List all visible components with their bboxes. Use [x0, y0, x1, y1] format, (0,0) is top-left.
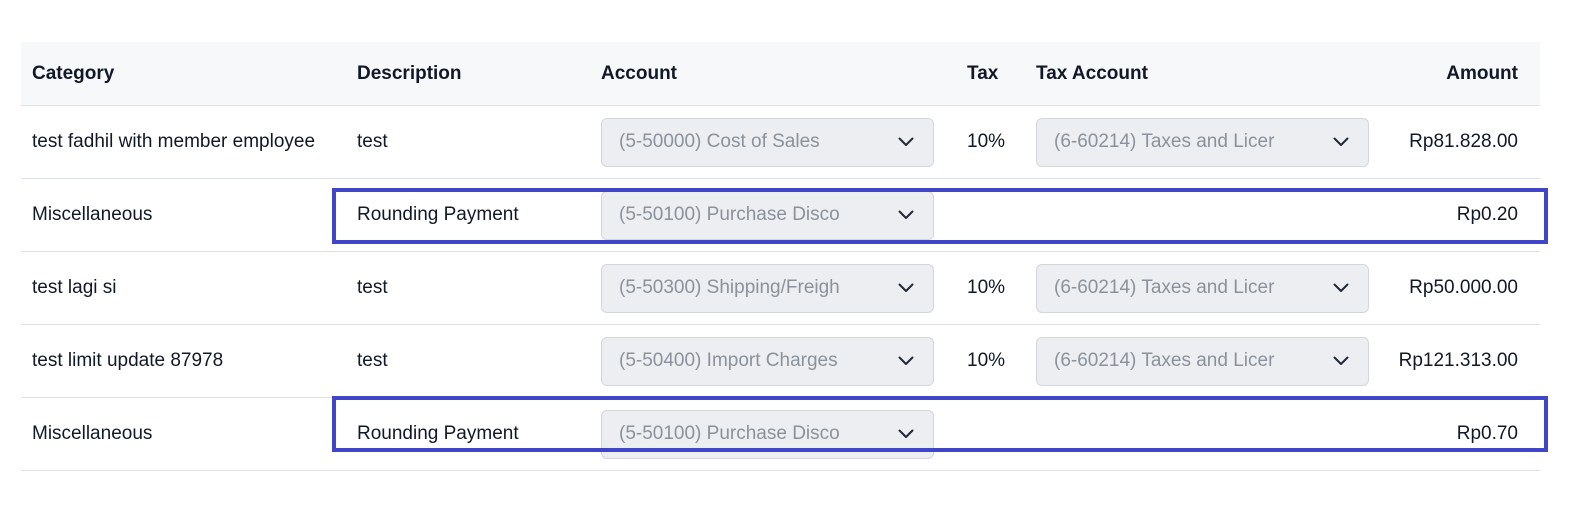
tax-account-select[interactable]: (6-60214) Taxes and Licer — [1036, 336, 1369, 386]
tax-cell: 10% — [967, 277, 1006, 298]
chevron-down-icon — [898, 429, 914, 438]
description-cell: test — [357, 350, 388, 371]
tax-cell: 10% — [967, 131, 1006, 152]
column-header-tax-account: Tax Account — [1036, 62, 1148, 84]
account-select[interactable]: (5-50000) Cost of Sales — [601, 117, 934, 167]
tax-cell: 10% — [967, 350, 1006, 371]
column-header-category: Category — [32, 62, 115, 84]
chevron-down-icon — [898, 210, 914, 219]
account-select[interactable]: (5-50300) Shipping/Freigh — [601, 263, 934, 313]
tax-account-select-value: (6-60214) Taxes and Licer — [1054, 350, 1275, 371]
chevron-down-icon — [898, 137, 914, 146]
amount-cell: Rp0.20 — [1456, 204, 1518, 225]
account-select[interactable]: (5-50100) Purchase Disco — [601, 409, 934, 459]
amount-cell: Rp121.313.00 — [1398, 350, 1518, 371]
transactions-table: Category Description Account Tax Tax Acc… — [21, 42, 1540, 471]
account-cell: (5-50400) Import Charges — [601, 325, 934, 397]
account-select[interactable]: (5-50400) Import Charges — [601, 336, 934, 386]
chevron-down-icon — [1333, 283, 1349, 292]
table-row: test limit update 87978 test (5-50400) I… — [21, 325, 1540, 398]
column-header-description: Description — [357, 62, 462, 84]
tax-account-select-value: (6-60214) Taxes and Licer — [1054, 277, 1275, 298]
description-cell: Rounding Payment — [357, 204, 519, 225]
account-cell: (5-50100) Purchase Disco — [601, 398, 934, 470]
tax-account-cell: (6-60214) Taxes and Licer — [1036, 252, 1369, 324]
chevron-down-icon — [898, 283, 914, 292]
table-header-row: Category Description Account Tax Tax Acc… — [21, 42, 1540, 106]
account-select[interactable]: (5-50100) Purchase Disco — [601, 190, 934, 240]
tax-account-cell: (6-60214) Taxes and Licer — [1036, 106, 1369, 178]
description-cell: test — [357, 131, 388, 152]
account-cell: (5-50100) Purchase Disco — [601, 179, 934, 251]
table-row: Miscellaneous Rounding Payment (5-50100)… — [21, 398, 1540, 471]
tax-account-select[interactable]: (6-60214) Taxes and Licer — [1036, 117, 1369, 167]
table-row: test fadhil with member employee test (5… — [21, 106, 1540, 179]
account-select-value: (5-50300) Shipping/Freigh — [619, 277, 840, 298]
amount-cell: Rp81.828.00 — [1409, 131, 1518, 152]
chevron-down-icon — [898, 356, 914, 365]
chevron-down-icon — [1333, 137, 1349, 146]
account-cell: (5-50300) Shipping/Freigh — [601, 252, 934, 324]
tax-account-select-value: (6-60214) Taxes and Licer — [1054, 131, 1275, 152]
column-header-amount: Amount — [1446, 62, 1518, 84]
chevron-down-icon — [1333, 356, 1349, 365]
account-cell: (5-50000) Cost of Sales — [601, 106, 934, 178]
category-cell: Miscellaneous — [32, 204, 153, 225]
description-cell: test — [357, 277, 388, 298]
table-row: Miscellaneous Rounding Payment (5-50100)… — [21, 179, 1540, 252]
tax-account-cell: (6-60214) Taxes and Licer — [1036, 325, 1369, 397]
category-cell: Miscellaneous — [32, 423, 153, 444]
amount-cell: Rp0.70 — [1456, 423, 1518, 444]
description-cell: Rounding Payment — [357, 423, 519, 444]
category-cell: test lagi si — [32, 277, 117, 298]
account-select-value: (5-50100) Purchase Disco — [619, 423, 840, 444]
column-header-tax: Tax — [967, 62, 999, 84]
account-select-value: (5-50000) Cost of Sales — [619, 131, 820, 152]
table-row: test lagi si test (5-50300) Shipping/Fre… — [21, 252, 1540, 325]
account-select-value: (5-50400) Import Charges — [619, 350, 838, 371]
column-header-account: Account — [601, 62, 677, 84]
category-cell: test limit update 87978 — [32, 350, 224, 371]
tax-account-select[interactable]: (6-60214) Taxes and Licer — [1036, 263, 1369, 313]
category-cell: test fadhil with member employee — [32, 131, 316, 152]
account-select-value: (5-50100) Purchase Disco — [619, 204, 840, 225]
amount-cell: Rp50.000.00 — [1409, 277, 1518, 298]
